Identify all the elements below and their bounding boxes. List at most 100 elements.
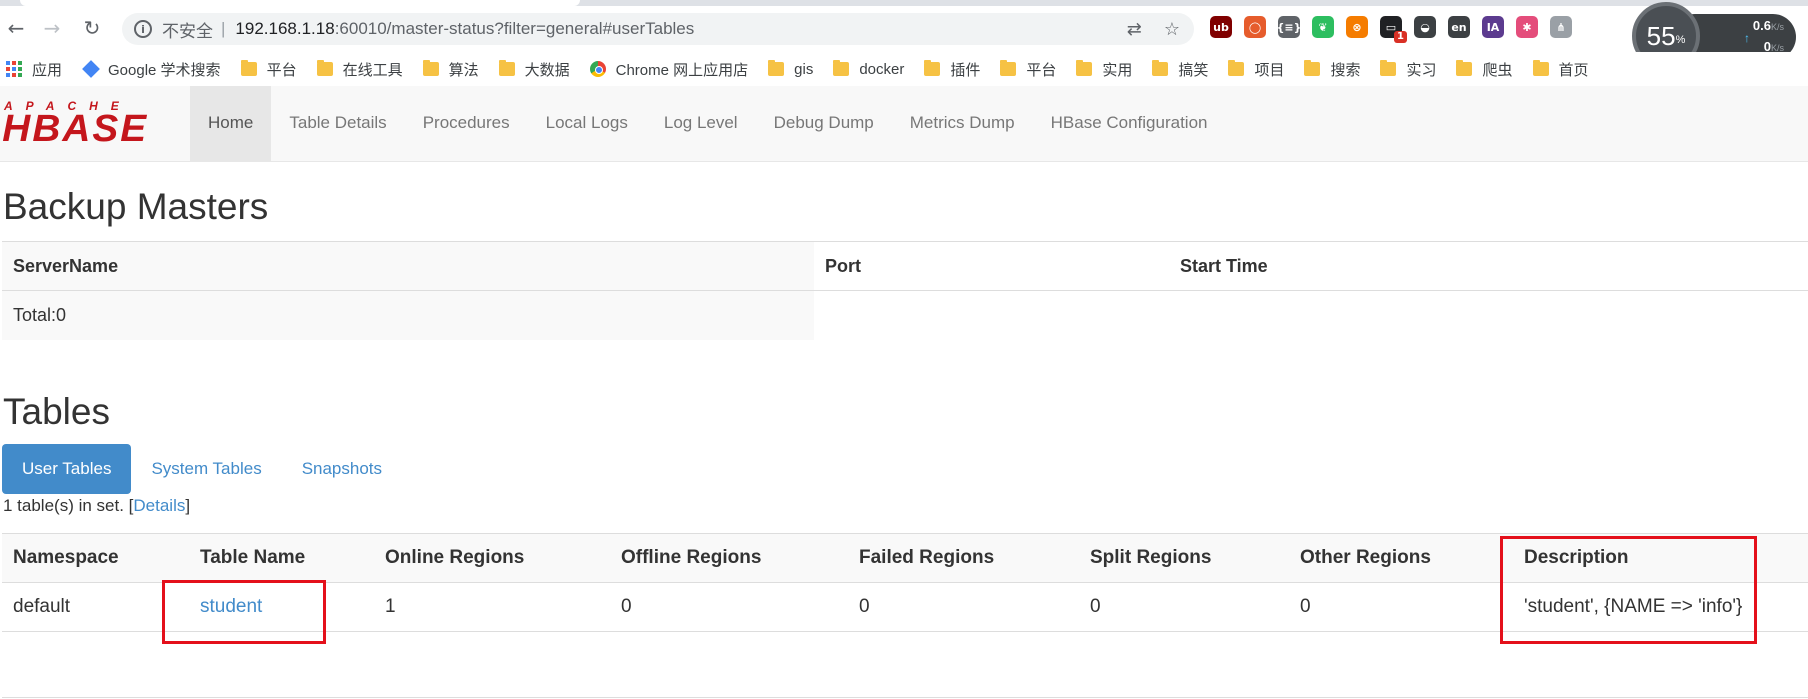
- bookmark-label: docker: [859, 60, 905, 78]
- messenger-icon[interactable]: ▭ 1: [1380, 16, 1407, 43]
- tab-snapshots[interactable]: Snapshots: [282, 444, 402, 494]
- tables-title: Tables: [3, 391, 110, 432]
- header-online-regions: Online Regions: [374, 533, 610, 583]
- header-port: Port: [814, 241, 1169, 291]
- nav-item-debug-dump[interactable]: Debug Dump: [756, 86, 892, 162]
- bookmark-label: 插件: [950, 61, 981, 79]
- bookmark-item[interactable]: 在线工具: [316, 59, 403, 80]
- bookmark-item[interactable]: gis: [768, 60, 814, 78]
- bookmark-label: 大数据: [524, 61, 570, 79]
- bookmark-item[interactable]: 爬虫: [1456, 59, 1513, 80]
- folder-icon: [316, 60, 333, 76]
- nav-menu: Home Table Details Procedures Local Logs Log…: [190, 86, 1226, 162]
- evernote-icon[interactable]: ❦: [1312, 16, 1334, 38]
- bookmark-item[interactable]: 算法: [422, 59, 479, 80]
- tab-system-tables[interactable]: System Tables: [131, 444, 281, 494]
- folder-icon: [422, 60, 439, 76]
- nav-item-home[interactable]: Home: [190, 86, 272, 162]
- bookmarks-bar: 应用 Google 学术搜索 平台 在线工具 算法 大数据 Chrome 网上应用店 gis d…: [0, 52, 1808, 86]
- bookmark-label: Google 学术搜索: [108, 61, 221, 79]
- cell-split-regions: 0: [1079, 582, 1289, 632]
- upload-arrow-icon: ↑: [1744, 31, 1750, 45]
- nav-item-metrics-dump[interactable]: Metrics Dump: [892, 86, 1033, 162]
- summary-prefix: 1 table(s) in set. [: [3, 496, 134, 515]
- sitemap-icon[interactable]: ⋔: [1550, 16, 1572, 38]
- bookmark-item[interactable]: 平台: [1000, 59, 1056, 80]
- bookmark-item[interactable]: 项目: [1228, 59, 1284, 80]
- json-viewer-icon[interactable]: {≡}: [1277, 16, 1301, 38]
- reload-icon[interactable]: ↻: [80, 16, 104, 40]
- nav-item-hbase-configuration[interactable]: HBase Configuration: [1033, 86, 1226, 162]
- header-failed-regions: Failed Regions: [848, 533, 1079, 583]
- bookmark-label: 在线工具: [342, 61, 403, 79]
- folder-icon: [1228, 60, 1245, 76]
- header-split-regions: Split Regions: [1079, 533, 1289, 583]
- header-offline-regions: Offline Regions: [610, 533, 848, 583]
- nav-item-table-details[interactable]: Table Details: [271, 86, 404, 162]
- bookmark-item[interactable]: docker: [833, 60, 905, 78]
- bookmark-label: 应用: [32, 61, 63, 79]
- bookmark-item[interactable]: 应用: [6, 59, 62, 80]
- translate-extension-icon[interactable]: en: [1448, 16, 1470, 38]
- site-info-icon[interactable]: i: [134, 20, 152, 38]
- bookmark-label: gis: [794, 60, 814, 78]
- bookmark-label: 实用: [1102, 61, 1133, 79]
- bookmark-item[interactable]: 搜索: [1304, 59, 1360, 80]
- google-scholar-icon: [82, 60, 100, 78]
- details-link[interactable]: Details: [133, 496, 185, 515]
- summary-suffix: ]: [185, 496, 191, 515]
- translate-icon[interactable]: ⇄: [1127, 19, 1142, 40]
- extensions-bar: ub ◯ {≡} ❦ ⊗ ▭ 1 ◒ en IA ✱ ⋔: [1210, 16, 1572, 43]
- bookmark-label: Chrome 网上应用店: [615, 61, 749, 79]
- highlight-description-box: [1500, 536, 1757, 644]
- cell-offline-regions: 0: [610, 582, 848, 632]
- address-bar[interactable]: i 不安全 | 192.168.1.18 :60010/master-statu…: [122, 13, 1194, 45]
- nav-item-procedures[interactable]: Procedures: [405, 86, 528, 162]
- bookmark-label: 实习: [1406, 61, 1437, 79]
- empty-cell: [1169, 290, 1808, 340]
- url-separator: |: [221, 19, 226, 38]
- back-icon[interactable]: ←: [4, 16, 28, 40]
- bookmark-label: 首页: [1558, 61, 1589, 79]
- bookmark-item[interactable]: 实用: [1076, 59, 1132, 80]
- tables-tabs: User Tables System Tables Snapshots: [2, 444, 402, 494]
- hbase-navbar: APACHE HBASE Home Table Details Procedures…: [0, 86, 1808, 162]
- folder-icon: [924, 60, 941, 76]
- empty-cell: [814, 290, 1169, 340]
- header-other-regions: Other Regions: [1289, 533, 1513, 583]
- bookmark-item[interactable]: 平台: [240, 59, 297, 80]
- notification-badge: 1: [1394, 31, 1407, 43]
- highlight-table-name-box: [162, 580, 326, 644]
- insecure-label[interactable]: 不安全: [162, 17, 213, 42]
- nav-item-local-logs[interactable]: Local Logs: [528, 86, 646, 162]
- ia-icon[interactable]: IA: [1482, 16, 1504, 38]
- bookmark-item[interactable]: 首页: [1532, 59, 1589, 80]
- folder-icon: [1304, 60, 1321, 76]
- asterisk-icon[interactable]: ✱: [1516, 16, 1538, 38]
- folder-icon: [1000, 60, 1017, 76]
- bookmark-item[interactable]: 实习: [1380, 59, 1436, 80]
- tab-user-tables[interactable]: User Tables: [2, 444, 132, 494]
- url-host: 192.168.1.18: [235, 19, 335, 38]
- ublock-icon[interactable]: ub: [1210, 16, 1232, 38]
- folder-icon: [1532, 60, 1549, 76]
- mask-icon[interactable]: ◒: [1414, 16, 1436, 38]
- header-start-time: Start Time: [1169, 241, 1808, 291]
- bookmark-label: 平台: [266, 61, 297, 79]
- cell-namespace: default: [2, 582, 189, 632]
- lifebuoy-icon[interactable]: ⊗: [1346, 16, 1368, 38]
- bookmark-item[interactable]: Chrome 网上应用店: [589, 59, 749, 80]
- hbase-logo[interactable]: APACHE HBASE: [2, 100, 174, 150]
- forward-icon[interactable]: →: [40, 16, 64, 40]
- bookmark-item[interactable]: Google 学术搜索: [82, 59, 221, 80]
- bookmark-label: 搞笑: [1178, 61, 1209, 79]
- folder-icon: [240, 60, 257, 76]
- bookmark-star-icon[interactable]: ☆: [1164, 19, 1180, 40]
- bookmark-item[interactable]: 插件: [924, 59, 980, 80]
- cell-other-regions: 0: [1289, 582, 1513, 632]
- bookmark-item[interactable]: 大数据: [498, 59, 570, 80]
- logo-hbase-text: HBASE: [2, 108, 149, 150]
- bookmark-item[interactable]: 搞笑: [1152, 59, 1208, 80]
- ring-extension-icon[interactable]: ◯: [1244, 16, 1266, 38]
- nav-item-log-level[interactable]: Log Level: [646, 86, 756, 162]
